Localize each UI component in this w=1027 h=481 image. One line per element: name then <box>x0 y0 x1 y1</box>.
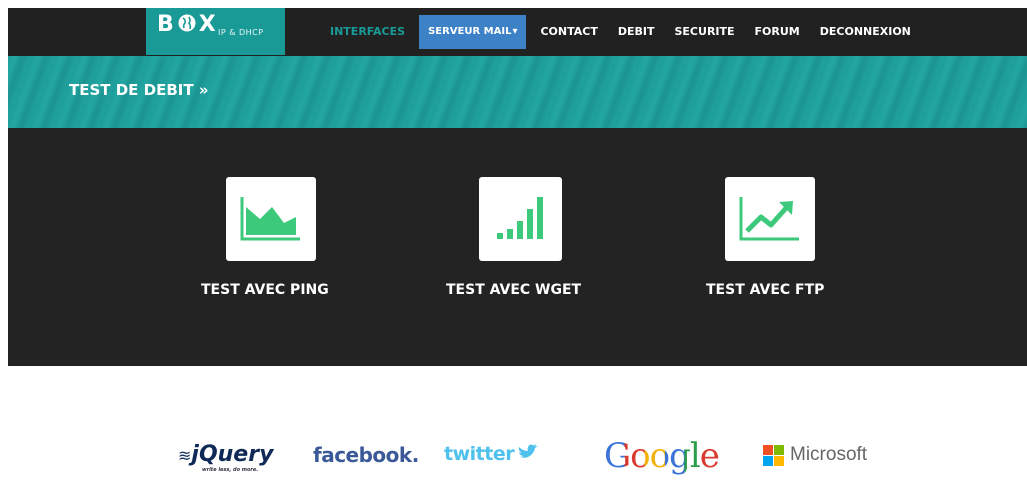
facebook-logo[interactable]: facebook. <box>313 443 419 467</box>
test-tile-ftp[interactable] <box>725 177 815 261</box>
test-tile-wget[interactable] <box>479 177 562 261</box>
area-chart-icon <box>240 197 300 241</box>
nav-item-deconnexion[interactable]: DECONNEXION <box>810 8 921 56</box>
microsoft-wordmark: Microsoft <box>790 444 868 465</box>
brand-name: BX <box>157 12 217 37</box>
jquery-tagline: write less, do more. <box>202 467 259 473</box>
partner-logos: ≋jQuery write less, do more. facebook. t… <box>0 436 1027 478</box>
brand-logo[interactable]: BX IP & DHCP <box>146 8 285 55</box>
globe-icon <box>178 14 196 32</box>
page-banner: TEST DE DEBIT » <box>8 56 1027 128</box>
caret-down-icon: ▾ <box>512 26 518 37</box>
main-nav: INTERFACES SERVEUR MAIL▾ CONTACT DEBIT S… <box>320 8 921 56</box>
twitter-bird-icon <box>518 444 539 458</box>
page-title: TEST DE DEBIT » <box>69 81 209 99</box>
jquery-swirl-icon: ≋ <box>178 446 192 465</box>
twitter-wordmark: twitter <box>444 443 515 465</box>
brand-subtitle: IP & DHCP <box>218 28 264 37</box>
top-navbar: BX IP & DHCP INTERFACES SERVEUR MAIL▾ CO… <box>8 8 1027 56</box>
nav-item-label: SERVEUR MAIL <box>428 26 512 37</box>
google-logo[interactable]: Google <box>604 436 720 476</box>
test-label-ping[interactable]: TEST AVEC PING <box>201 282 329 298</box>
twitter-logo[interactable]: twitter <box>444 443 539 465</box>
nav-item-contact[interactable]: CONTACT <box>530 8 607 56</box>
test-label-ftp[interactable]: TEST AVEC FTP <box>706 282 824 298</box>
nav-item-forum[interactable]: FORUM <box>745 8 810 56</box>
tests-section: TEST AVEC PING TEST AVEC WGET TEST AVEC … <box>8 128 1027 366</box>
test-tile-ping[interactable] <box>226 177 316 261</box>
microsoft-windows-icon <box>763 444 784 466</box>
microsoft-logo[interactable]: Microsoft <box>763 444 867 466</box>
jquery-logo[interactable]: ≋jQuery write less, do more. <box>178 442 274 473</box>
test-label-wget[interactable]: TEST AVEC WGET <box>446 282 581 298</box>
nav-item-securite[interactable]: SECURITE <box>665 8 745 56</box>
nav-item-interfaces[interactable]: INTERFACES <box>320 8 415 56</box>
google-wordmark: Google <box>604 436 720 476</box>
signal-bars-icon <box>497 197 543 239</box>
jquery-wordmark: jQuery <box>191 442 274 467</box>
nav-item-serveur-mail[interactable]: SERVEUR MAIL▾ <box>419 15 527 49</box>
nav-item-debit[interactable]: DEBIT <box>608 8 665 56</box>
trend-up-chart-icon <box>739 197 799 241</box>
